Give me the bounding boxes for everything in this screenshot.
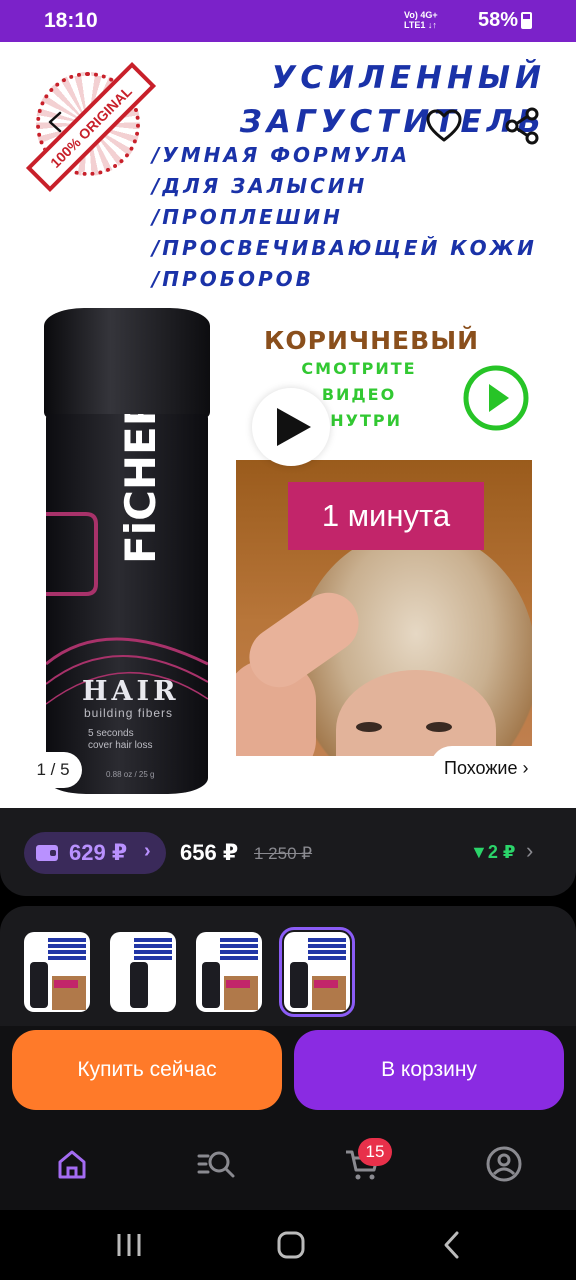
- bottle-hair-text: HAIR: [82, 676, 180, 707]
- thumbnail-1[interactable]: [24, 932, 90, 1012]
- bullet-2: /ДЛЯ ЗАЛЫСИН: [152, 174, 368, 198]
- back-arrow-icon[interactable]: [44, 110, 68, 134]
- headline-line-1: УСИЛЕННЫЙ: [271, 60, 546, 96]
- image-counter: 1 / 5: [24, 752, 82, 788]
- recent-apps-icon[interactable]: [112, 1228, 146, 1262]
- status-time: 18:10: [44, 9, 98, 32]
- bottle-net-weight: 0.88 oz / 25 g: [106, 770, 155, 779]
- bottle-tagline: 5 seconds cover hair loss: [88, 728, 153, 751]
- back-button-icon[interactable]: [436, 1228, 470, 1262]
- home-icon[interactable]: [52, 1144, 92, 1184]
- add-to-cart-button[interactable]: В корзину: [294, 1030, 564, 1110]
- chevron-right-icon: ›: [144, 840, 151, 862]
- price-drop-badge[interactable]: ▼2 ₽: [470, 842, 515, 863]
- current-price: 656 ₽: [180, 840, 239, 865]
- bullet-5: /ПРОБОРОВ: [152, 267, 314, 291]
- battery-percent: 58%: [478, 9, 519, 31]
- headline-line-2: ЗАГУСТИТЕЛЬ: [239, 104, 546, 140]
- buy-now-button[interactable]: Купить сейчас: [12, 1030, 282, 1110]
- wallet-icon: [36, 845, 58, 861]
- video-play-button[interactable]: [252, 388, 330, 466]
- variant-thumbnails: [0, 906, 576, 1026]
- product-image-gallery[interactable]: УСИЛЕННЫЙ ЗАГУСТИТЕЛЬ 100% ORIGINAL /УМН…: [0, 42, 576, 810]
- banner-headline: УСИЛЕННЫЙ ЗАГУСТИТЕЛЬ: [240, 56, 546, 144]
- feature-bullets: /УМНАЯ ФОРМУЛА /ДЛЯ ЗАЛЫСИН /ПРОПЛЕШИН /…: [152, 140, 537, 295]
- color-label: КОРИЧНЕВЫЙ: [264, 326, 480, 355]
- catalog-search-icon[interactable]: [196, 1144, 236, 1184]
- thumbnail-3[interactable]: [196, 932, 262, 1012]
- network-indicator: Vo) 4G+ LTE1 ↓↑: [404, 10, 438, 30]
- old-price: 1 250 ₽: [254, 844, 313, 863]
- home-button-icon[interactable]: [274, 1228, 308, 1262]
- system-navigation-bar: [0, 1210, 576, 1280]
- thumbnail-2[interactable]: [110, 932, 176, 1012]
- play-icon: [277, 408, 311, 446]
- bullet-3: /ПРОПЛЕШИН: [152, 205, 343, 229]
- bottle-brand: FiCHER: [116, 414, 165, 564]
- thumbnail-4-selected[interactable]: [279, 927, 355, 1017]
- profile-icon[interactable]: [484, 1144, 524, 1184]
- chevron-right-icon[interactable]: ›: [526, 838, 533, 864]
- battery-icon: [521, 12, 532, 29]
- purchase-actions: Купить сейчас В корзину: [0, 1026, 576, 1126]
- cart-count-badge: 15: [358, 1138, 392, 1166]
- video-duration-label: 1 минута: [288, 482, 484, 550]
- wallet-price: 629 ₽: [69, 840, 128, 865]
- original-stamp-icon: 100% ORIGINAL: [24, 61, 157, 198]
- wallet-price-button[interactable]: 629 ₽ ›: [24, 832, 166, 874]
- bullet-1: /УМНАЯ ФОРМУЛА: [152, 143, 411, 167]
- bottom-tab-bar: 15: [0, 1126, 576, 1210]
- similar-products-button[interactable]: Похожие ›: [430, 746, 570, 790]
- bottle-subtitle: building fibers: [84, 706, 174, 720]
- demo-video-thumbnail[interactable]: 1 минута: [236, 460, 532, 756]
- status-bar: 18:10 Vo) 4G+ LTE1 ↓↑ 58%: [0, 0, 576, 42]
- bullet-4: /ПРОСВЕЧИВАЮЩЕЙ КОЖИ: [152, 236, 537, 260]
- product-bottle-image: FiCHER HAIR building fibers 5 seconds co…: [44, 308, 210, 796]
- price-section: 629 ₽ › 656 ₽ 1 250 ₽ ▼2 ₽ ›: [0, 808, 576, 896]
- green-play-icon: [463, 365, 529, 431]
